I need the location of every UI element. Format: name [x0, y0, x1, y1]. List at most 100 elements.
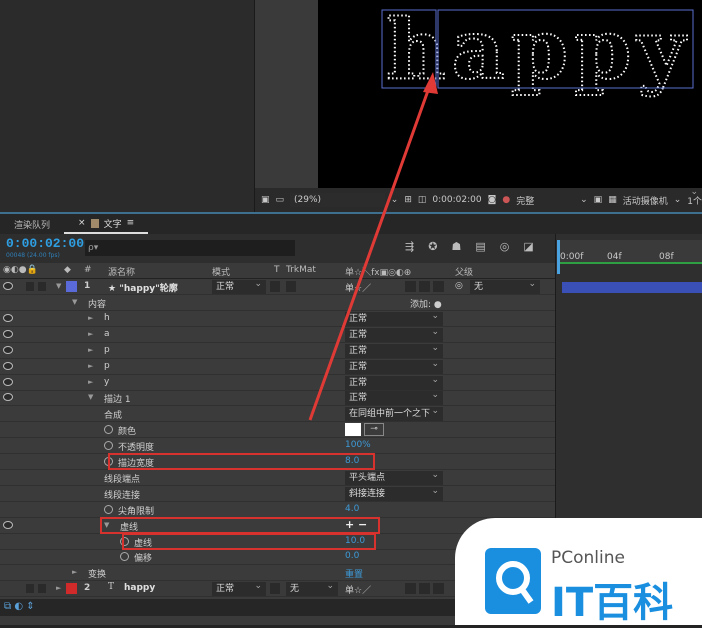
layer-row[interactable]: ▼ 1 ★ "happy"轮廓 正常 单☆／ ◎ 无 — [0, 277, 555, 295]
property-row[interactable]: ► h 正常 — [0, 309, 555, 327]
visibility-eye-icon[interactable] — [3, 393, 13, 402]
composition-viewer[interactable]: happy — [318, 0, 702, 188]
monitor-icon[interactable]: ▭ — [276, 195, 285, 205]
current-time[interactable]: 0:00:02:00 — [6, 236, 84, 251]
fx-switch-boxes[interactable] — [405, 583, 445, 595]
tab-composition[interactable]: × 文字 ≡ — [64, 214, 149, 234]
property-row[interactable]: ▼ 描边 1 正常 — [0, 388, 555, 407]
property-value[interactable]: 0.0 — [345, 551, 359, 561]
visibility-eye-icon[interactable] — [3, 313, 13, 322]
property-dropdown[interactable]: 正常 — [345, 341, 443, 358]
layer-switches[interactable]: 单☆／ — [345, 583, 371, 596]
property-dropdown[interactable]: 斜接连接 — [345, 484, 443, 501]
layer-switches[interactable]: 单☆／ — [345, 281, 371, 294]
layer-1-duration-bar[interactable] — [562, 282, 702, 293]
mask-icon[interactable]: ◫ — [418, 195, 427, 205]
playhead[interactable] — [557, 240, 560, 274]
label-color[interactable] — [66, 583, 77, 595]
visibility-eye-icon[interactable] — [3, 329, 13, 338]
zoom-dropdown[interactable]: (29%) — [290, 193, 385, 207]
property-row[interactable]: 颜色 ⊸ — [0, 422, 555, 439]
close-icon[interactable]: × — [78, 218, 86, 228]
stopwatch-icon[interactable] — [104, 425, 113, 435]
work-area-bar[interactable] — [557, 262, 702, 264]
property-dropdown[interactable]: 正常 — [345, 325, 443, 342]
pickwhip-icon[interactable]: ◎ — [455, 281, 463, 291]
fx-switch-boxes[interactable] — [405, 281, 445, 292]
modes-icon[interactable]: ◐ — [14, 601, 23, 612]
eyedropper-icon[interactable]: ⊸ — [364, 423, 384, 437]
twirl-down-icon[interactable]: ▼ — [72, 298, 77, 306]
twirl-right-icon[interactable]: ► — [88, 378, 93, 386]
property-row[interactable]: 尖角限制 4.0 — [0, 502, 555, 518]
camera-dropdown[interactable]: 活动摄像机 — [623, 194, 668, 207]
menu-icon[interactable]: ≡ — [127, 218, 135, 228]
visibility-eye-icon[interactable] — [3, 361, 13, 370]
color-swatch[interactable] — [345, 423, 361, 437]
property-row[interactable]: 不透明度 100% — [0, 438, 555, 455]
frame-blending-icon[interactable]: ▤ — [475, 240, 485, 253]
twirl-right-icon[interactable]: ► — [88, 330, 93, 338]
mode-dropdown[interactable]: 正常 — [212, 277, 266, 294]
property-row[interactable]: ▼ 内容 添加: ● — [0, 295, 555, 311]
property-dropdown[interactable]: 在同组中前一个之下 — [345, 404, 443, 422]
property-dropdown[interactable]: 平头端点 — [345, 468, 443, 485]
property-row[interactable]: 线段端点 平头端点 — [0, 468, 555, 486]
visibility-eye-icon[interactable] — [3, 282, 13, 290]
color-icon[interactable]: ● — [502, 195, 510, 205]
property-dropdown[interactable]: 正常 — [345, 373, 443, 390]
graph-editor-icon[interactable]: ◪ — [523, 240, 533, 253]
label-color[interactable] — [66, 281, 77, 292]
property-dropdown[interactable]: 正常 — [345, 309, 443, 326]
region-of-interest-icon[interactable]: ▣ — [594, 195, 603, 205]
preserve-transparency[interactable] — [270, 583, 280, 595]
visibility-eye-icon[interactable] — [3, 345, 13, 354]
solo-toggle[interactable] — [26, 282, 34, 291]
draft-3d-icon[interactable]: ✪ — [428, 240, 437, 253]
motion-blur-icon[interactable]: ◎ — [500, 240, 510, 253]
property-row[interactable]: ► p 正常 — [0, 341, 555, 359]
twirl-right-icon[interactable]: ► — [88, 362, 93, 370]
trkmat-box[interactable] — [286, 281, 296, 292]
in-out-icon[interactable]: ⇕ — [26, 601, 34, 612]
layer-switches-icon[interactable]: ⧉ — [4, 601, 11, 612]
property-row[interactable]: ► a 正常 — [0, 325, 555, 343]
layer-name[interactable]: happy — [124, 583, 155, 593]
layer-search-input[interactable]: ρ▾ — [85, 240, 295, 256]
property-row[interactable]: ► p 正常 — [0, 357, 555, 375]
twirl-down-icon[interactable]: ▼ — [56, 282, 61, 290]
property-dropdown[interactable]: 正常 — [345, 388, 443, 406]
viewer-timecode[interactable]: 0:00:02:00 — [432, 195, 481, 205]
twirl-right-icon[interactable]: ► — [56, 584, 61, 592]
comp-flowchart-icon[interactable]: ⇶ — [405, 240, 414, 253]
tab-render-queue[interactable]: 渲染队列 — [0, 214, 64, 234]
parent-dropdown[interactable]: 无 — [470, 277, 540, 294]
twirl-down-icon[interactable]: ▼ — [88, 393, 93, 401]
stopwatch-icon[interactable] — [120, 552, 129, 562]
visibility-eye-icon[interactable] — [3, 377, 13, 386]
stopwatch-icon[interactable] — [104, 504, 113, 514]
property-row[interactable]: 线段连接 斜接连接 — [0, 484, 555, 502]
trkmat-dropdown[interactable]: 无 — [286, 579, 338, 597]
quality-dropdown[interactable]: 完整 — [516, 194, 574, 207]
stopwatch-icon[interactable] — [104, 441, 113, 451]
twirl-right-icon[interactable]: ► — [72, 568, 77, 576]
preserve-transparency[interactable] — [270, 281, 280, 292]
solo-toggle[interactable] — [26, 584, 34, 594]
mode-dropdown[interactable]: 正常 — [212, 579, 266, 597]
lock-toggle[interactable] — [38, 584, 46, 594]
shy-icon[interactable]: ☗ — [451, 240, 461, 253]
twirl-right-icon[interactable]: ► — [88, 314, 93, 322]
layer-name[interactable]: ★ "happy"轮廓 — [108, 281, 178, 294]
property-row[interactable]: ► y 正常 — [0, 373, 555, 391]
col-source-name[interactable]: 源名称 — [108, 265, 135, 278]
property-row[interactable]: 合成 在同组中前一个之下 — [0, 404, 555, 423]
grid-icon[interactable]: ⊞ — [404, 195, 412, 205]
property-value[interactable]: 重置 — [345, 567, 363, 580]
camera-icon[interactable]: ◙ — [488, 195, 497, 205]
visibility-eye-icon[interactable] — [3, 520, 13, 529]
time-ruler[interactable]: 0:00f 04f 08f — [557, 240, 702, 274]
property-value[interactable]: 100% — [345, 440, 371, 450]
transparency-grid-icon[interactable]: ▦ — [608, 195, 617, 205]
lock-toggle[interactable] — [38, 282, 46, 291]
